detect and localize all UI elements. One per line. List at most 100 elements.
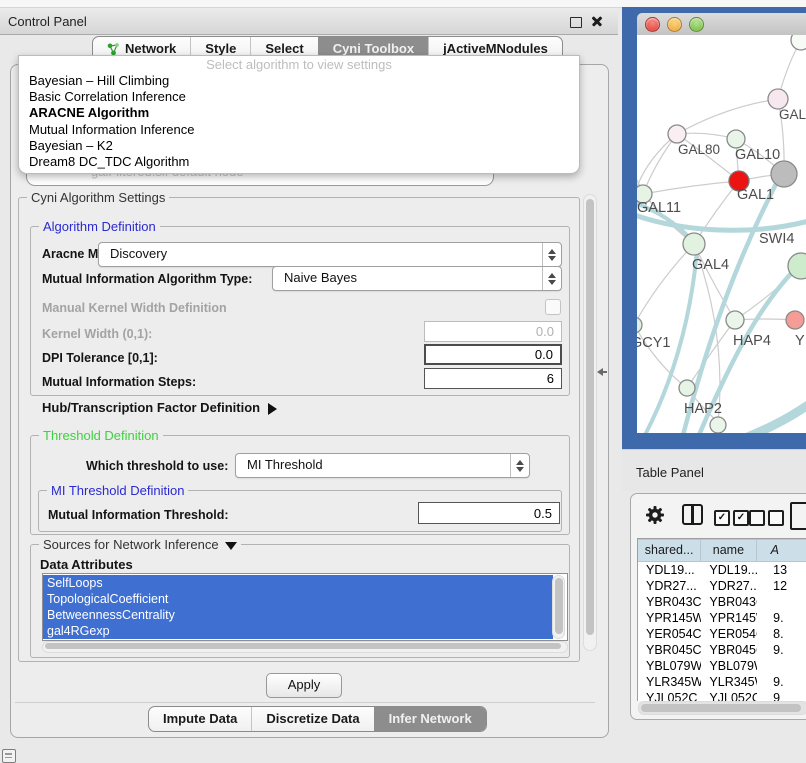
hub-definition-toggle[interactable]: Hub/Transcription Factor Definition <box>42 400 277 415</box>
network-node-gcy1[interactable] <box>637 317 642 333</box>
table-row[interactable]: YDR27... YDR27... 12 <box>638 578 806 594</box>
table-horizontal-scrollbar[interactable] <box>638 701 806 715</box>
mi-threshold-input[interactable]: 0.5 <box>418 502 560 524</box>
table-row[interactable]: YBR043C YBR043C <box>638 594 806 610</box>
cell-name[interactable]: YBR043C <box>701 594 757 610</box>
table-row[interactable]: YDL19... YDL19... 13 <box>638 562 806 578</box>
network-node-gal80[interactable] <box>668 125 686 143</box>
cell-value[interactable]: 9 <box>757 690 806 701</box>
cell-value[interactable]: 13 <box>757 562 806 578</box>
mi-algorithm-type-select[interactable]: Naive Bayes <box>272 266 562 291</box>
list-vertical-scrollbar[interactable] <box>552 575 565 639</box>
show-columns-icon[interactable] <box>682 504 703 525</box>
cell-name[interactable]: YJL052C <box>701 690 757 701</box>
tab-infer-network[interactable]: Infer Network <box>374 707 486 731</box>
algorithm-option-selected[interactable]: ARACNE Algorithm <box>19 105 579 121</box>
cell-value[interactable] <box>757 658 806 674</box>
algorithm-option[interactable]: Bayesian – Hill Climbing <box>19 73 579 89</box>
select-all-columns-icon[interactable]: ✓✓ <box>714 510 749 526</box>
table-row[interactable]: YER054C YER054C 8. <box>638 626 806 642</box>
settings-vertical-scroll-thumb[interactable] <box>586 199 594 635</box>
cell-shared-name[interactable]: YLR345W <box>638 674 701 690</box>
table-row[interactable]: YPR145W YPR145W 9. <box>638 610 806 626</box>
list-item-selected[interactable]: SelfLoops <box>43 575 553 591</box>
dpi-tolerance-input[interactable]: 0.0 <box>424 344 562 365</box>
network-edge[interactable] <box>643 134 677 194</box>
list-item-selected[interactable]: TopologicalCoefficient <box>43 591 553 607</box>
algorithm-option[interactable]: Basic Correlation Inference <box>19 89 579 105</box>
float-window-icon[interactable] <box>570 17 582 28</box>
column-header-partial[interactable]: A <box>757 539 806 562</box>
close-window-icon[interactable] <box>645 17 660 32</box>
list-horizontal-scrollbar[interactable] <box>42 641 568 653</box>
network-edge[interactable] <box>677 99 778 134</box>
cell-shared-name[interactable]: YBR043C <box>638 594 701 610</box>
cell-shared-name[interactable]: YBL079W <box>638 658 701 674</box>
cell-shared-name[interactable]: YER054C <box>638 626 701 642</box>
network-node-gal10[interactable] <box>727 130 745 148</box>
column-header-name[interactable]: name <box>701 539 756 562</box>
cell-value[interactable]: 9. <box>757 610 806 626</box>
network-edge[interactable] <box>687 320 735 388</box>
network-node-salmon[interactable] <box>786 311 804 329</box>
new-table-icon[interactable] <box>790 502 806 530</box>
zoom-window-icon[interactable] <box>689 17 704 32</box>
network-node-gal-partial[interactable] <box>768 89 788 109</box>
network-window-titlebar[interactable] <box>637 13 806 36</box>
table-row[interactable]: YBL079W YBL079W <box>638 658 806 674</box>
cell-value[interactable] <box>757 594 806 610</box>
table-row[interactable]: YBR045C YBR045C 9. <box>638 642 806 658</box>
network-node-hap2[interactable] <box>679 380 695 396</box>
cell-shared-name[interactable]: YDR27... <box>638 578 701 594</box>
algorithm-option[interactable]: Bayesian – K2 <box>19 138 579 154</box>
network-node-gal4[interactable] <box>683 233 705 255</box>
cell-value[interactable]: 9. <box>757 642 806 658</box>
list-item-selected[interactable]: gal4RGexp <box>43 623 553 639</box>
cell-name[interactable]: YLR345W <box>701 674 757 690</box>
deselect-all-columns-icon[interactable] <box>749 510 784 526</box>
sources-legend[interactable]: Sources for Network Inference <box>39 537 241 552</box>
network-node[interactable] <box>710 417 726 433</box>
network-edge-thick[interactable] <box>733 403 806 433</box>
cell-name[interactable]: YPR145W <box>701 610 757 626</box>
minimized-panel-icon[interactable] <box>2 749 16 763</box>
gear-icon[interactable] <box>645 505 665 525</box>
network-canvas[interactable]: GAL GAL80 GAL10 GAL1 GAL11 GAL4 SWI4 HAP… <box>637 35 806 433</box>
kernel-width-input[interactable]: 0.0 <box>424 321 562 342</box>
which-threshold-select[interactable]: MI Threshold <box>235 453 530 478</box>
tab-impute-data[interactable]: Impute Data <box>149 707 251 731</box>
table-horizontal-scroll-thumb[interactable] <box>641 704 801 712</box>
network-edge[interactable] <box>637 244 694 325</box>
apply-button[interactable]: Apply <box>266 673 342 698</box>
close-panel-icon[interactable] <box>591 15 603 27</box>
minimize-window-icon[interactable] <box>667 17 682 32</box>
network-edge[interactable] <box>643 181 739 194</box>
cell-name[interactable]: YDL19... <box>701 562 757 578</box>
list-vertical-scroll-thumb[interactable] <box>555 578 563 634</box>
algorithm-option[interactable]: Dream8 DC_TDC Algorithm <box>19 154 579 170</box>
list-horizontal-scroll-thumb[interactable] <box>45 643 561 649</box>
cell-shared-name[interactable]: YPR145W <box>638 610 701 626</box>
cell-value[interactable]: 12 <box>757 578 806 594</box>
cell-value[interactable]: 8. <box>757 626 806 642</box>
settings-vertical-scrollbar[interactable] <box>583 194 597 651</box>
cell-name[interactable]: YBL079W <box>701 658 757 674</box>
algorithm-option[interactable]: Mutual Information Inference <box>19 122 579 138</box>
table-row[interactable]: YLR345W YLR345W 9. <box>638 674 806 690</box>
manual-kernel-width-checkbox[interactable] <box>545 299 561 315</box>
cell-shared-name[interactable]: YBR045C <box>638 642 701 658</box>
column-header-shared-name[interactable]: shared... <box>638 539 701 562</box>
mi-steps-input[interactable]: 6 <box>424 368 562 389</box>
network-edge[interactable] <box>694 244 735 320</box>
cell-shared-name[interactable]: YDL19... <box>638 562 701 578</box>
network-node[interactable] <box>791 35 806 50</box>
cell-name[interactable]: YBR045C <box>701 642 757 658</box>
list-item-selected[interactable]: BetweennessCentrality <box>43 607 553 623</box>
aracne-mode-select[interactable]: Discovery <box>98 242 562 267</box>
table-row[interactable]: YJL052C YJL052C 9 <box>638 690 806 701</box>
cell-name[interactable]: YER054C <box>701 626 757 642</box>
cell-shared-name[interactable]: YJL052C <box>638 690 701 701</box>
cell-value[interactable]: 9. <box>757 674 806 690</box>
network-node-hub[interactable] <box>771 161 797 187</box>
network-node-hap4[interactable] <box>726 311 744 329</box>
